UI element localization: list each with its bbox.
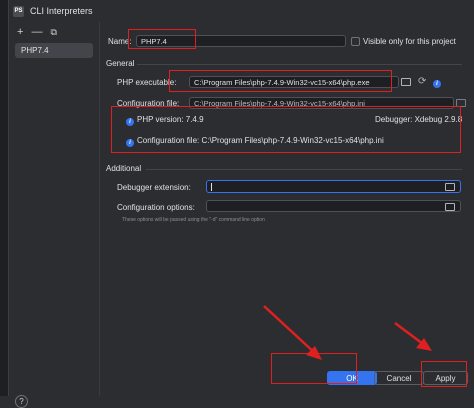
help-icon[interactable]: ? — [15, 395, 28, 408]
cli-interpreters-dialog: PS CLI Interpreters + — ⧉ PHP7.4 ? Name:… — [8, 0, 474, 408]
annotation-arrows — [263, 305, 432, 360]
background-window-strip — [0, 0, 8, 396]
